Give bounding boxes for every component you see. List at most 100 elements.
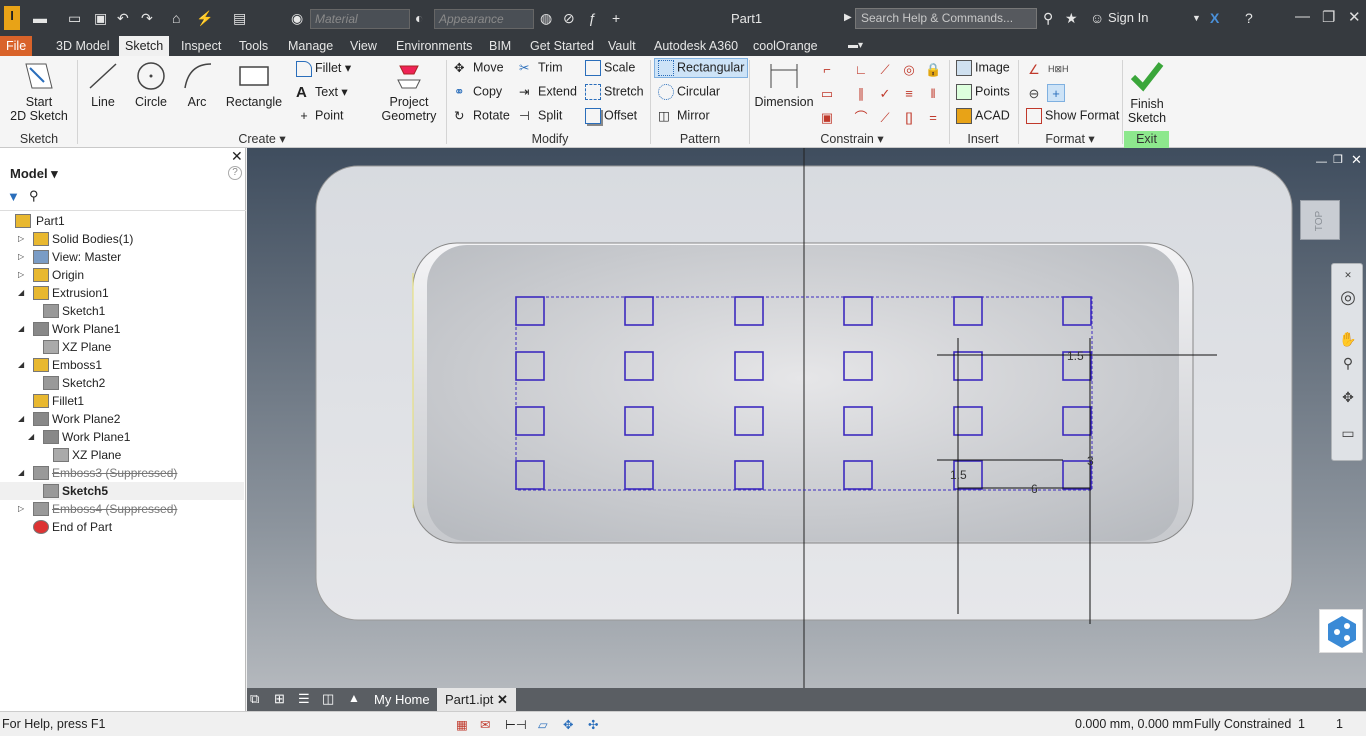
tree-item[interactable]: ◢ Extrusion1 xyxy=(0,284,244,302)
tab-close-icon[interactable]: ✕ xyxy=(497,692,508,707)
expand-toggle-icon[interactable]: ◢ xyxy=(18,320,28,338)
offset-button[interactable]: Offset xyxy=(585,108,637,124)
tree-item[interactable]: ◢ Work Plane2 xyxy=(0,410,244,428)
horizontal-icon[interactable]: ≡ xyxy=(900,84,918,102)
fix-icon[interactable]: 🔒 xyxy=(924,60,942,78)
tab-tools[interactable]: Tools xyxy=(233,36,274,56)
viewport-close-icon[interactable]: ✕ xyxy=(1351,152,1362,168)
finish-sketch-button[interactable]: Finish Sketch xyxy=(1124,58,1170,125)
home-icon[interactable]: ⌂ xyxy=(172,10,180,26)
help-icon[interactable]: ? xyxy=(1245,10,1253,26)
tree-item[interactable]: ◢ Work Plane1 xyxy=(0,320,244,338)
dimension-button[interactable]: Dimension xyxy=(754,60,814,109)
tree-item[interactable]: ▷ Origin xyxy=(0,266,244,284)
expand-toggle-icon[interactable]: ◢ xyxy=(18,356,28,374)
group-format-label[interactable]: Format ▾ xyxy=(1030,131,1110,148)
sketch-status-icon-1[interactable]: ▦ xyxy=(456,717,468,732)
find-icon[interactable]: ⚲ xyxy=(29,188,39,204)
update-icon[interactable]: ⚡ xyxy=(196,10,213,26)
angle-icon[interactable]: ✓ xyxy=(876,84,894,102)
rotate-button[interactable]: ↻ Rotate xyxy=(454,108,510,124)
tangent-icon[interactable]: ⟋ xyxy=(876,60,894,78)
arc-button[interactable]: Arc xyxy=(181,60,213,109)
collinear-icon[interactable]: ▭ xyxy=(818,84,836,102)
tab-manage[interactable]: Manage xyxy=(282,36,339,56)
sketch-status-icon-5[interactable]: ✥ xyxy=(563,717,573,732)
tree-item[interactable]: XZ Plane xyxy=(0,338,244,356)
help-circle-icon[interactable]: ? xyxy=(228,166,242,180)
material-combo[interactable]: Material xyxy=(310,9,410,29)
orbit-icon[interactable]: ✥ xyxy=(1339,388,1357,406)
steering-wheel-icon[interactable]: ◎ xyxy=(1339,288,1357,306)
dimension-3[interactable]: 3 xyxy=(1087,454,1094,468)
centerline-icon[interactable]: ⊖ xyxy=(1025,84,1043,102)
symmetric-icon[interactable]: ⌒ xyxy=(852,108,870,126)
tile-horizontal-icon[interactable]: ☰ xyxy=(298,691,310,707)
save-icon[interactable]: ▣ xyxy=(94,10,107,26)
navbar-close-icon[interactable]: ✕ xyxy=(1339,266,1357,284)
open-icon[interactable]: ▭ xyxy=(68,10,81,26)
coincident-icon[interactable]: ⌐ xyxy=(818,60,836,78)
tree-item[interactable]: Part1 xyxy=(0,212,244,230)
text-button[interactable]: A Text ▾ xyxy=(296,84,348,101)
copy-button[interactable]: ⚭ Copy xyxy=(454,84,502,100)
tree-item[interactable]: Sketch1 xyxy=(0,302,244,320)
tree-item[interactable]: ◢ Work Plane1 xyxy=(0,428,244,446)
expand-toggle-icon[interactable]: ▷ xyxy=(18,266,28,284)
clear-icon[interactable]: ⊘ xyxy=(563,10,575,26)
filter-icon[interactable]: ▼ xyxy=(7,189,20,204)
tree-item[interactable]: Sketch2 xyxy=(0,374,244,392)
viewcube[interactable]: TOP xyxy=(1300,200,1340,240)
driven-dimension-icon[interactable]: H⊠H xyxy=(1047,60,1069,78)
concentric-icon[interactable]: ▣ xyxy=(818,108,836,126)
acad-button[interactable]: ACAD xyxy=(956,108,1010,124)
tab-inspect[interactable]: Inspect xyxy=(175,36,227,56)
vertical-icon[interactable]: ‖ xyxy=(924,84,942,102)
tab-my-home[interactable]: My Home xyxy=(366,688,438,711)
look-at-icon[interactable]: ▭ xyxy=(1339,424,1357,442)
fillet-button[interactable]: Fillet ▾ xyxy=(296,60,351,77)
tab-view[interactable]: View xyxy=(344,36,383,56)
sketch-status-icon-4[interactable]: ▱ xyxy=(538,717,548,732)
tree-item[interactable]: End of Part xyxy=(0,518,244,536)
tab-part1[interactable]: Part1.ipt ✕ xyxy=(437,688,516,711)
mirror-button[interactable]: ◫ Mirror xyxy=(658,108,710,124)
tab-bim[interactable]: BIM xyxy=(483,36,517,56)
sketch-status-icon-6[interactable]: ✣ xyxy=(588,717,598,732)
sketch-status-icon-3[interactable]: ⊢⊣ xyxy=(505,717,527,732)
select-icon[interactable]: ▤ xyxy=(233,10,246,26)
undo-icon[interactable]: ↶ xyxy=(117,10,129,26)
stretch-button[interactable]: Stretch xyxy=(585,84,644,100)
rectangle-button[interactable]: Rectangle xyxy=(225,60,283,109)
star-icon[interactable]: ★ xyxy=(1065,10,1078,26)
tree-item[interactable]: ▷ View: Master xyxy=(0,248,244,266)
expand-toggle-icon[interactable]: ◢ xyxy=(18,410,28,428)
construction-icon[interactable]: ∠ xyxy=(1025,60,1043,78)
tree-item[interactable]: ▷ Emboss4 (Suppressed) xyxy=(0,500,244,518)
tab-autodesk-a360[interactable]: Autodesk A360 xyxy=(648,36,744,56)
start-2d-sketch-button[interactable]: Start 2D Sketch xyxy=(8,60,70,123)
expand-toggle-icon[interactable]: ◢ xyxy=(18,464,28,482)
inventor-logo[interactable]: I xyxy=(4,6,20,30)
tree-item[interactable]: Fillet1 xyxy=(0,392,244,410)
center-point-icon[interactable]: + xyxy=(1047,84,1065,102)
tile-icon[interactable]: ⊞ xyxy=(274,691,285,707)
line-button[interactable]: Line xyxy=(86,60,120,109)
new-icon[interactable]: ▬ xyxy=(33,10,47,26)
split-button[interactable]: ⊣ Split xyxy=(519,108,562,124)
tree-item[interactable]: ◢ Emboss3 (Suppressed) xyxy=(0,464,244,482)
show-format-button[interactable]: Show Format xyxy=(1026,108,1119,124)
share-button[interactable] xyxy=(1319,609,1363,653)
dimension-1-5-left[interactable]: 1.5 xyxy=(950,468,967,482)
project-geometry-button[interactable]: Project Geometry xyxy=(378,60,440,123)
dimension-6[interactable]: 6 xyxy=(1031,482,1038,496)
points-button[interactable]: Points xyxy=(956,84,1010,100)
equal-length-icon[interactable]: = xyxy=(924,108,942,126)
expand-toggle-icon[interactable]: ◢ xyxy=(28,428,38,446)
scale-button[interactable]: Scale xyxy=(585,60,635,76)
fx-icon[interactable]: ƒ xyxy=(588,10,596,26)
bracket-icon[interactable]: [] xyxy=(900,108,918,126)
cascade-icon[interactable]: ⧉ xyxy=(250,691,259,707)
tree-item[interactable]: Sketch5 xyxy=(0,482,244,500)
browser-title[interactable]: Model ▾ xyxy=(10,166,58,182)
